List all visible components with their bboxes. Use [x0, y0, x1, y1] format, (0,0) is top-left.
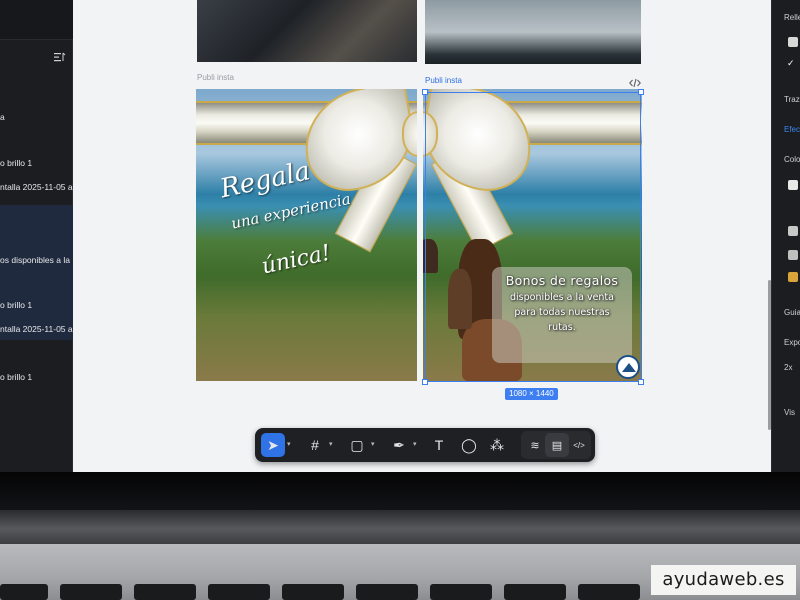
image-tile-top-left[interactable] [197, 0, 417, 62]
keyboard-key [0, 584, 48, 600]
resize-handle[interactable] [422, 379, 428, 385]
layer-item[interactable]: os disponibles a la [0, 255, 73, 265]
chevron-down-icon[interactable]: ▾ [413, 440, 421, 450]
color-swatch[interactable] [788, 37, 798, 47]
design-mode-icon[interactable]: ▤ [545, 433, 569, 457]
resize-handle[interactable] [638, 379, 644, 385]
design-canvas[interactable]: Publi insta Publi insta Regala una exper… [73, 0, 771, 472]
frame-label-right[interactable]: Publi insta [425, 76, 462, 85]
keyboard-key [208, 584, 270, 600]
keyboard-key [356, 584, 418, 600]
selection-box[interactable] [425, 92, 641, 382]
resize-handle[interactable] [422, 89, 428, 95]
layer-item[interactable]: ntalla 2025-11-05 a [0, 182, 73, 192]
rectangle-icon[interactable]: ▢ [345, 433, 369, 457]
text-icon[interactable]: T [427, 433, 451, 457]
keyboard-key [578, 584, 640, 600]
color-swatch[interactable] [788, 180, 798, 190]
export-scale-value[interactable]: 2x [784, 363, 792, 372]
cursor-icon[interactable]: ➤ [261, 433, 285, 457]
mode-switcher: ≋ ▤ </> [521, 431, 591, 459]
export-section-label: Expo [784, 338, 800, 347]
layer-item[interactable]: o brillo 1 [0, 300, 73, 310]
slogan-line-1: Regala [217, 156, 313, 205]
resize-handle[interactable] [638, 89, 644, 95]
properties-panel: Relle ✓ Traz Efec Colo Guia Expo 2x Vis [771, 0, 800, 472]
layers-panel: a o brillo 1 ntalla 2025-11-05 a os disp… [0, 0, 73, 472]
keyboard-key [134, 584, 196, 600]
code-icon[interactable]: </> [567, 433, 591, 457]
keyboard-key [504, 584, 566, 600]
sort-icon[interactable] [54, 52, 66, 62]
color-section-label: Colo [784, 155, 800, 164]
hash-frame-icon[interactable]: # [303, 433, 327, 457]
layer-item[interactable]: o brillo 1 [0, 158, 73, 168]
effects-section-label[interactable]: Efec [784, 125, 800, 134]
check-icon[interactable]: ✓ [787, 58, 795, 69]
chevron-down-icon[interactable]: ▾ [287, 440, 295, 450]
color-swatch[interactable] [788, 250, 798, 260]
frame-label-left[interactable]: Publi insta [197, 73, 234, 82]
color-swatch[interactable] [788, 226, 798, 236]
layers-topbar [0, 0, 73, 40]
layer-item[interactable]: ntalla 2025-11-05 a [0, 324, 73, 334]
dimension-badge: 1080 × 1440 [505, 388, 558, 400]
components-icon[interactable]: ⁂ [485, 433, 509, 457]
color-swatch[interactable] [788, 272, 798, 282]
chevron-down-icon[interactable]: ▾ [371, 440, 379, 450]
keyboard-key [60, 584, 122, 600]
selected-layers-band [0, 205, 73, 340]
app-screen: a o brillo 1 ntalla 2025-11-05 a os disp… [0, 0, 800, 472]
layer-item[interactable]: a [0, 112, 73, 122]
tools-toolbar: ➤ ▾ # ▾ ▢ ▾ ✒ ▾ T ◯ ⁂ ≋ ▤ </> [255, 428, 595, 462]
laptop-hinge [0, 510, 800, 544]
laptop-bezel [0, 472, 800, 510]
slogan-line-3: única! [259, 240, 333, 280]
visibility-section-label: Vis [784, 408, 795, 417]
chevron-down-icon[interactable]: ▾ [329, 440, 337, 450]
guides-section-label: Guia [784, 308, 800, 317]
fill-section-label: Relle [784, 13, 800, 22]
stroke-section-label: Traz [784, 95, 800, 104]
keyboard-key [430, 584, 492, 600]
comment-icon[interactable]: ◯ [457, 433, 481, 457]
keyboard-key [282, 584, 344, 600]
frame-gap [417, 89, 423, 381]
code-icon[interactable] [629, 78, 641, 88]
draw-icon[interactable]: ≋ [523, 433, 547, 457]
image-tile-top-right[interactable] [425, 0, 641, 64]
pen-icon[interactable]: ✒ [387, 433, 411, 457]
watermark-text: ayudaweb.es [651, 565, 796, 595]
layer-item[interactable]: o brillo 1 [0, 372, 73, 382]
